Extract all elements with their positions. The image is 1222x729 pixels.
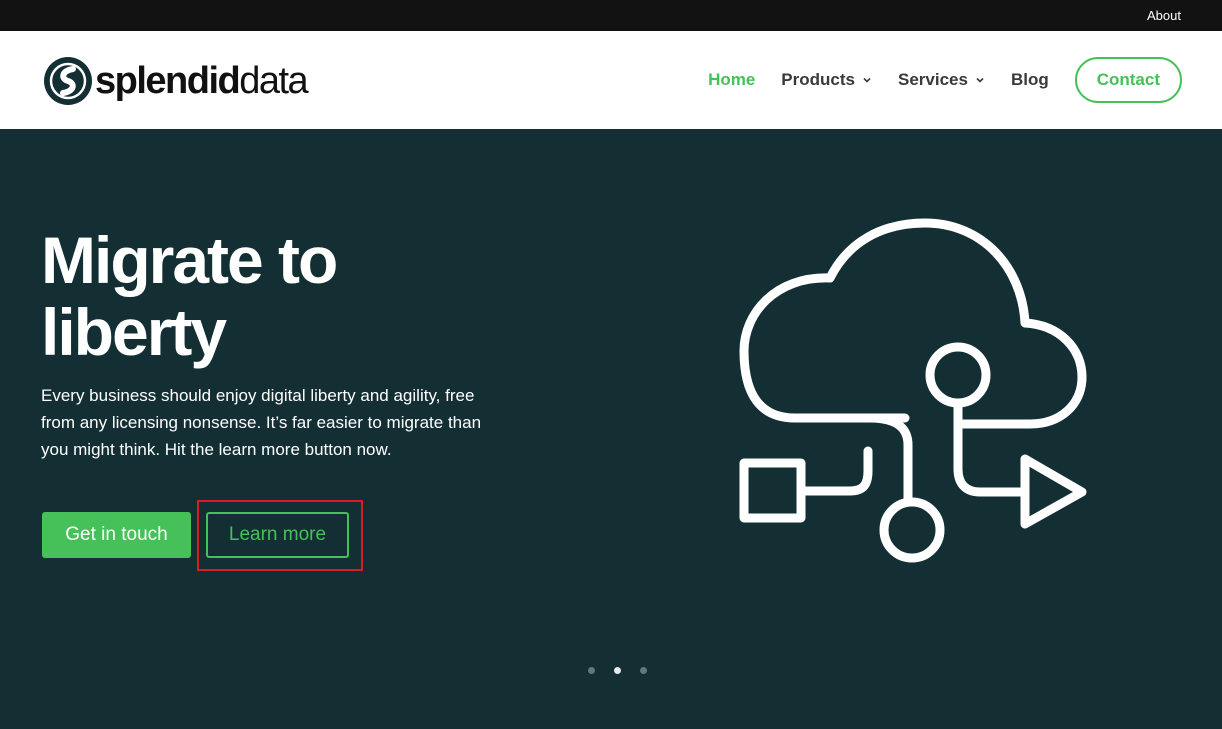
nav-home[interactable]: Home bbox=[708, 70, 755, 90]
about-link[interactable]: About bbox=[1147, 8, 1181, 23]
logo-mark-icon bbox=[44, 57, 92, 105]
nav-blog[interactable]: Blog bbox=[1011, 70, 1049, 90]
hero-title: Migrate to liberty bbox=[41, 223, 338, 369]
nav-products[interactable]: Products bbox=[781, 70, 872, 90]
slide-dot-2[interactable] bbox=[614, 667, 621, 674]
nav-services-label: Services bbox=[897, 70, 968, 89]
get-in-touch-button[interactable]: Get in touch bbox=[42, 512, 191, 558]
site-header: splendiddata Home Products Services Blog… bbox=[0, 31, 1222, 129]
contact-button[interactable]: Contact bbox=[1074, 57, 1182, 103]
learn-more-button[interactable]: Learn more bbox=[206, 512, 349, 558]
slide-dot-1[interactable] bbox=[588, 667, 595, 674]
hero-section: Migrate to liberty Every business should… bbox=[0, 129, 1222, 729]
hero-description: Every business should enjoy digital libe… bbox=[41, 386, 482, 459]
top-bar: About bbox=[0, 0, 1222, 31]
logo-text-bold: splendid bbox=[95, 60, 241, 102]
chevron-down-icon bbox=[863, 77, 871, 83]
nav-services[interactable]: Services bbox=[898, 70, 985, 90]
logo[interactable]: splendiddata bbox=[44, 57, 309, 105]
logo-text-light: data bbox=[239, 60, 308, 102]
slider-dots bbox=[588, 667, 666, 674]
nav-products-label: Products bbox=[781, 70, 855, 89]
slide-dot-3[interactable] bbox=[640, 667, 647, 674]
logo-text: splendiddata bbox=[95, 60, 309, 102]
main-nav: Home Products Services Blog Contact bbox=[708, 57, 1182, 103]
chevron-down-icon bbox=[976, 77, 984, 83]
cloud-flow-icon bbox=[739, 218, 1087, 563]
